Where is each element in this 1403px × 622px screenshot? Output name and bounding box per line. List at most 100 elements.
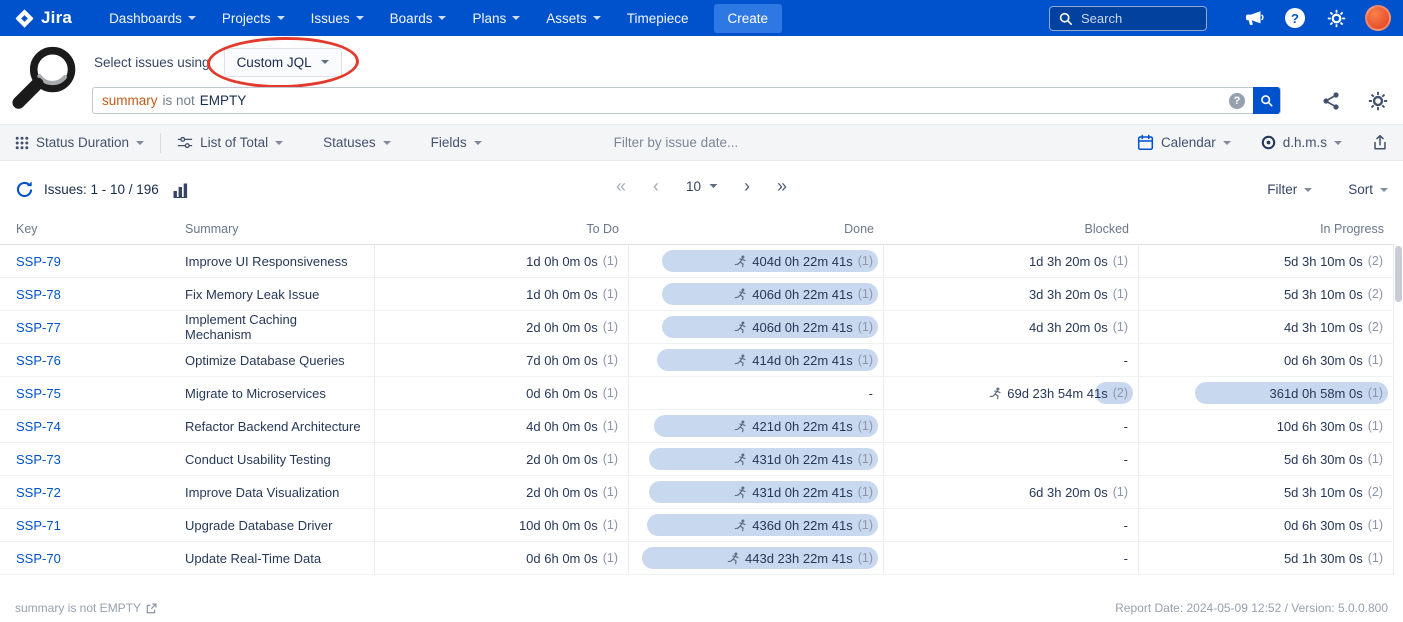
jql-mode-dropdown[interactable]: Custom JQL xyxy=(224,48,342,77)
duration-text: 5d 6h 30m 0s xyxy=(1284,452,1363,467)
issues-count-label: Issues: 1 - 10 / 196 xyxy=(44,182,159,197)
nav-item-label: Plans xyxy=(472,11,506,26)
time-format-dropdown[interactable]: d.h.m.s xyxy=(1261,135,1342,150)
query-section: Select issues using Custom JQL summary i… xyxy=(0,36,1403,124)
column-header-in-progress[interactable]: In Progress xyxy=(1139,214,1394,244)
help-icon[interactable]: ? xyxy=(1283,6,1307,30)
next-page-button[interactable]: › xyxy=(744,177,750,195)
issue-summary: Fix Memory Leak Issue xyxy=(175,278,375,310)
issue-key-link[interactable]: SSP-74 xyxy=(0,410,175,442)
issue-key-link[interactable]: SSP-79 xyxy=(0,245,175,277)
jira-logo[interactable]: Jira xyxy=(14,8,72,29)
gear-icon[interactable] xyxy=(1324,6,1348,30)
chart-view-icon[interactable] xyxy=(172,182,192,198)
runner-icon xyxy=(734,321,747,334)
chevron-down-icon xyxy=(275,141,283,145)
issue-summary: Update Real-Time Data xyxy=(175,542,375,574)
status-count: (1) xyxy=(603,551,618,565)
external-link-icon xyxy=(146,603,157,614)
filter-dropdown[interactable]: Filter xyxy=(1267,182,1312,197)
share-icon[interactable] xyxy=(1321,91,1341,111)
first-page-button[interactable]: « xyxy=(616,177,626,195)
status-count: (1) xyxy=(603,320,618,334)
report-settings-gear-icon[interactable] xyxy=(1368,91,1388,111)
status-count: (1) xyxy=(858,320,873,334)
duration-cell-to-do: 0d 6h 0m 0s (1) xyxy=(375,377,629,409)
duration-cell-blocked: 1d 3h 20m 0s(1) xyxy=(884,245,1139,277)
duration-text: - xyxy=(1124,353,1128,368)
table-row: SSP-78Fix Memory Leak Issue1d 0h 0m 0s(1… xyxy=(0,278,1394,311)
nav-item-label: Timepiece xyxy=(627,11,689,26)
duration-text: 0d 6h 30m 0s xyxy=(1284,518,1363,533)
prev-page-button[interactable]: ‹ xyxy=(653,177,659,195)
user-avatar[interactable] xyxy=(1365,5,1391,31)
magnifier-logo-icon xyxy=(8,43,84,114)
issue-date-filter[interactable]: Filter by issue date... xyxy=(614,135,739,150)
toolbar-right: Calendar d.h.m.s xyxy=(1137,134,1388,152)
duration-cell-done: 421d 0h 22m 41s(1) xyxy=(629,410,884,442)
calendar-dropdown[interactable]: Calendar xyxy=(1137,134,1231,151)
scrollbar[interactable] xyxy=(1395,246,1402,302)
duration-cell-blocked: - xyxy=(884,509,1139,541)
duration-text: 0d 6h 0m 0s xyxy=(526,386,598,401)
time-format-label: d.h.m.s xyxy=(1283,135,1327,150)
table-row: SSP-79Improve UI Responsiveness1d 0h 0m … xyxy=(0,245,1394,278)
duration-cell-done: 431d 0h 22m 41s(1) xyxy=(629,443,884,475)
nav-item-assets[interactable]: Assets xyxy=(533,0,614,36)
runner-icon xyxy=(734,255,747,268)
duration-text: - xyxy=(869,386,873,401)
column-header-blocked[interactable]: Blocked xyxy=(884,214,1139,244)
column-header-to-do[interactable]: To Do xyxy=(375,214,629,244)
column-header-summary[interactable]: Summary xyxy=(175,214,375,244)
duration-text: 5d 1h 30m 0s xyxy=(1284,551,1363,566)
nav-item-boards[interactable]: Boards xyxy=(377,0,460,36)
nav-item-projects[interactable]: Projects xyxy=(209,0,298,36)
issue-key-link[interactable]: SSP-75 xyxy=(0,377,175,409)
export-icon[interactable] xyxy=(1372,134,1388,152)
duration-text: 5d 3h 10m 0s xyxy=(1284,287,1363,302)
page-size-dropdown[interactable]: 10 xyxy=(686,179,717,194)
chevron-down-icon xyxy=(1334,141,1342,145)
jql-input[interactable]: summary is not EMPTY ? xyxy=(92,87,1281,114)
create-button[interactable]: Create xyxy=(714,4,783,33)
nav-item-dashboards[interactable]: Dashboards xyxy=(96,0,209,36)
jql-value-token: EMPTY xyxy=(200,93,247,108)
issue-summary: Improve UI Responsiveness xyxy=(175,245,375,277)
refresh-icon[interactable] xyxy=(15,180,34,199)
issue-key-link[interactable]: SSP-73 xyxy=(0,443,175,475)
view-dropdown[interactable]: List of Total xyxy=(177,135,283,150)
sliders-icon xyxy=(177,136,193,149)
duration-text: 5d 3h 10m 0s xyxy=(1284,254,1363,269)
report-type-dropdown[interactable]: Status Duration xyxy=(15,135,144,150)
sort-dropdown[interactable]: Sort xyxy=(1348,182,1388,197)
status-count: (2) xyxy=(1368,287,1383,301)
nav-item-plans[interactable]: Plans xyxy=(459,0,533,36)
search-input[interactable] xyxy=(1079,10,1197,27)
runner-icon xyxy=(734,420,747,433)
issue-key-link[interactable]: SSP-71 xyxy=(0,509,175,541)
issue-key-link[interactable]: SSP-76 xyxy=(0,344,175,376)
issue-key-link[interactable]: SSP-77 xyxy=(0,311,175,343)
nav-item-issues[interactable]: Issues xyxy=(298,0,377,36)
last-page-button[interactable]: » xyxy=(777,177,787,195)
jql-help-icon[interactable]: ? xyxy=(1229,93,1245,109)
footer-jql-link[interactable]: summary is not EMPTY xyxy=(15,601,157,615)
statuses-dropdown[interactable]: Statuses xyxy=(323,135,391,150)
duration-text: 2d 0h 0m 0s xyxy=(526,320,598,335)
duration-cell-in-progress: 5d 1h 30m 0s(1) xyxy=(1139,542,1394,574)
megaphone-icon[interactable] xyxy=(1242,6,1266,30)
issue-key-link[interactable]: SSP-72 xyxy=(0,476,175,508)
status-count: (2) xyxy=(1368,254,1383,268)
issue-key-link[interactable]: SSP-70 xyxy=(0,542,175,574)
issue-key-link[interactable]: SSP-78 xyxy=(0,278,175,310)
runner-icon xyxy=(734,519,747,532)
column-header-key[interactable]: Key xyxy=(0,214,175,244)
status-count: (1) xyxy=(603,386,618,400)
status-count: (1) xyxy=(603,254,618,268)
nav-item-timepiece[interactable]: Timepiece xyxy=(614,0,702,36)
column-header-done[interactable]: Done xyxy=(629,214,884,244)
fields-dropdown[interactable]: Fields xyxy=(431,135,482,150)
global-search[interactable] xyxy=(1049,6,1207,31)
duration-cell-in-progress: 0d 6h 30m 0s(1) xyxy=(1139,509,1394,541)
jql-search-button[interactable] xyxy=(1253,87,1280,114)
